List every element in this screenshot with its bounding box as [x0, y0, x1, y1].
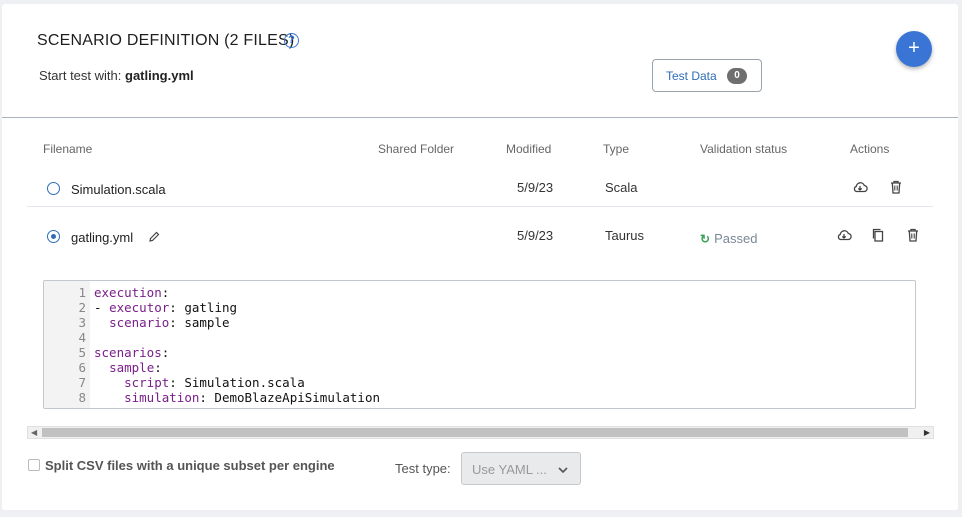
test-type-label: Test type: [395, 461, 451, 476]
col-shared-folder: Shared Folder [378, 142, 455, 156]
line-number: 8 [78, 390, 86, 405]
header-divider [2, 117, 958, 118]
yaml-key: scenarios [94, 345, 162, 360]
test-data-button[interactable]: Test Data 0 [652, 59, 762, 92]
code-line: 3 scenario: sample [44, 315, 914, 330]
col-actions: Actions [850, 142, 890, 156]
cloud-download-icon[interactable] [836, 227, 852, 243]
line-number: 4 [78, 330, 86, 345]
line-number: 1 [78, 285, 86, 300]
question-circle-icon[interactable]: ? [284, 33, 299, 48]
refresh-icon: ↻ [700, 232, 711, 246]
horizontal-scrollbar[interactable]: ◀ ▶ [27, 426, 934, 439]
file-radio-selected[interactable] [47, 230, 60, 243]
start-test-with: Start test with: gatling.yml [39, 68, 194, 83]
split-csv-checkbox[interactable] [28, 459, 40, 471]
code-line: 1 execution: [44, 285, 914, 300]
code-text: execution: [94, 285, 169, 300]
code-line: 5 scenarios: [44, 345, 914, 360]
code-text: - executor: gatling [94, 300, 237, 315]
test-data-label: Test Data [666, 69, 717, 83]
yaml-colon: : [169, 315, 177, 330]
file-radio[interactable] [47, 182, 60, 195]
row-divider [27, 206, 933, 207]
col-filename: Filename [43, 142, 93, 156]
yaml-colon: : [169, 375, 177, 390]
col-validation-status: Validation status [700, 142, 788, 156]
scroll-right-arrow-icon[interactable]: ▶ [924, 428, 930, 437]
line-number: 2 [78, 300, 86, 315]
code-line: 7 script: Simulation.scala [44, 375, 914, 390]
copy-icon[interactable] [870, 227, 886, 243]
line-number: 7 [78, 375, 86, 390]
yaml-colon: : [199, 390, 207, 405]
scroll-left-arrow-icon[interactable]: ◀ [31, 428, 37, 437]
yaml-value: gatling [176, 300, 238, 315]
start-test-label: Start test with: [39, 68, 122, 83]
modified-cell: 5/9/23 [517, 180, 554, 195]
yaml-key: script [124, 375, 170, 390]
code-line: 6 sample: [44, 360, 914, 375]
yaml-key: scenario [109, 315, 170, 330]
code-text: simulation: DemoBlazeApiSimulation [94, 390, 380, 405]
yaml-key: sample [109, 360, 155, 375]
chevron-down-icon [556, 463, 570, 477]
modified-cell: 5/9/23 [517, 228, 554, 243]
add-file-button[interactable]: + [896, 31, 932, 67]
code-line: 4 [44, 330, 914, 345]
page-title: SCENARIO DEFINITION (2 FILES) [37, 32, 295, 49]
scrollbar-thumb[interactable] [42, 428, 908, 437]
test-type-select[interactable]: Use YAML ... [461, 452, 581, 485]
code-line: 2- executor: gatling [44, 300, 914, 315]
col-modified: Modified [506, 142, 552, 156]
split-csv-label: Split CSV files with a unique subset per… [45, 458, 335, 473]
filename-cell: Simulation.scala [71, 182, 166, 197]
yaml-value: Simulation.scala [176, 375, 305, 390]
yaml-colon: : [154, 360, 162, 375]
trash-icon[interactable] [905, 227, 921, 243]
yaml-code-editor[interactable]: 1 execution: 2- executor: gatling 3 scenari… [43, 280, 916, 409]
col-type: Type [603, 142, 630, 156]
code-text: sample: [94, 360, 162, 375]
yaml-colon: : [161, 285, 170, 300]
scenario-definition-card: SCENARIO DEFINITION (2 FILES) ? Start te… [2, 4, 958, 510]
pencil-edit-icon[interactable] [146, 229, 162, 245]
status-passed: Passed [714, 231, 758, 246]
yaml-colon: : [169, 300, 177, 315]
line-number: 3 [78, 315, 86, 330]
yaml-value: sample [176, 315, 230, 330]
type-cell: Taurus [605, 228, 645, 243]
filename-cell: gatling.yml [71, 230, 134, 245]
line-number: 6 [78, 360, 86, 375]
code-text: script: Simulation.scala [94, 375, 305, 390]
test-data-count-badge: 0 [727, 68, 747, 84]
start-test-file: gatling.yml [125, 68, 194, 83]
code-text: scenario: sample [94, 315, 230, 330]
yaml-key: simulation [124, 390, 200, 405]
cloud-download-icon[interactable] [852, 179, 868, 195]
code-text: scenarios: [94, 345, 169, 360]
code-line: 8 simulation: DemoBlazeApiSimulation [44, 390, 914, 405]
trash-icon[interactable] [888, 179, 904, 195]
code-indent: - [94, 300, 110, 315]
validation-status: ↻ Passed [700, 231, 757, 246]
type-cell: Scala [605, 180, 638, 195]
yaml-colon: : [161, 345, 170, 360]
yaml-key: executor [109, 300, 170, 315]
yaml-key: execution [94, 285, 162, 300]
test-type-value: Use YAML ... [472, 462, 547, 477]
yaml-value: DemoBlazeApiSimulation [206, 390, 380, 405]
line-number: 5 [78, 345, 86, 360]
